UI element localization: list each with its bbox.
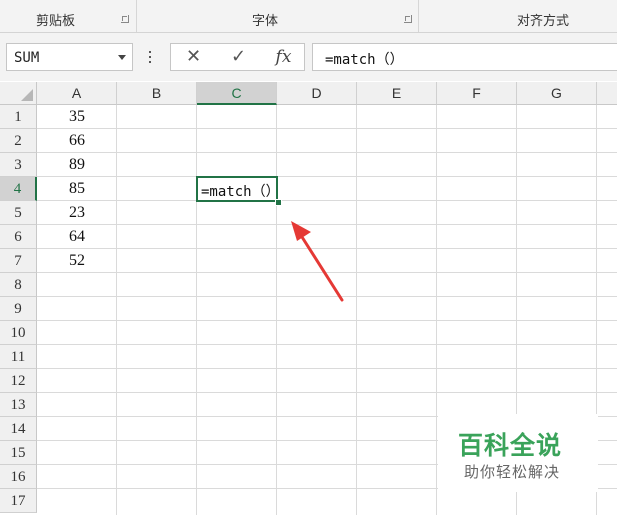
enter-check-icon[interactable]: ✓ [216, 44, 261, 70]
chevron-down-icon[interactable] [118, 55, 126, 60]
watermark-title: 百科全说 [458, 431, 563, 460]
alignment-group-label: 对齐方式 [517, 14, 570, 29]
formula-input[interactable]: =match（） [312, 43, 617, 71]
font-group: 字体 [137, 0, 419, 32]
insert-function-icon[interactable]: fx [261, 44, 306, 70]
formula-text: =match（） [325, 52, 404, 68]
more-options-icon[interactable] [147, 49, 153, 65]
cancel-icon[interactable]: ✕ [171, 44, 216, 70]
clipboard-dialog-launcher-icon[interactable] [121, 15, 129, 23]
name-box-value: SUM [14, 50, 40, 66]
formula-buttons: ✕ ✓ fx [170, 43, 305, 71]
name-box[interactable]: SUM [6, 43, 133, 71]
ribbon-group-labels: 剪贴板 字体 对齐方式 [0, 0, 617, 33]
clipboard-group: 剪贴板 [0, 0, 137, 32]
clipboard-group-label: 剪贴板 [36, 14, 76, 29]
watermark-subtitle: 助你轻松解决 [464, 463, 561, 481]
font-dialog-launcher-icon[interactable] [404, 15, 412, 23]
font-group-label: 字体 [252, 14, 279, 29]
formula-bar-row: SUM ✕ ✓ fx =match（） [0, 33, 617, 81]
spreadsheet-grid[interactable]: A B C D E F G 1 2 3 4 5 6 7 8 9 10 11 12… [0, 82, 617, 515]
watermark: 百科全说 助你轻松解决 [438, 414, 598, 492]
alignment-group: 对齐方式 [419, 0, 617, 32]
